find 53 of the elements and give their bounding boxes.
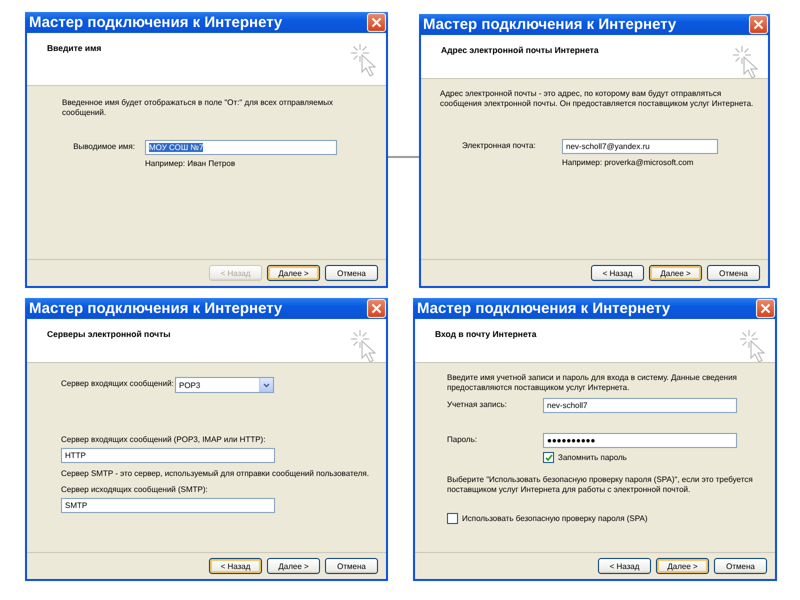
- checkbox[interactable]: Использовать безопасную проверку пароля (SPA): [447, 513, 648, 524]
- field-label: Выводимое имя:: [72, 141, 136, 151]
- window-title: Мастер подключения к Интернету: [29, 14, 282, 31]
- field-label: Сервер исходящих сообщений (SMTP):: [61, 484, 209, 494]
- checkbox[interactable]: Запомнить пароль: [543, 452, 737, 463]
- wizard-button[interactable]: Отмена: [707, 265, 760, 281]
- close-button[interactable]: [367, 299, 386, 318]
- close-button[interactable]: [749, 15, 768, 34]
- wizard-button[interactable]: < Назад: [209, 558, 262, 574]
- field-label: Пароль:: [447, 434, 478, 444]
- window-title: Мастер подключения к Интернету: [423, 16, 676, 33]
- wizard-button[interactable]: Отмена: [714, 558, 767, 574]
- field-label: Учетная запись:: [447, 399, 508, 409]
- description-text: Выберите "Использовать безопасную проверку пароля (SPA)", если это требуется поставщиком услуг Интернета для работы с электронной почтой.: [447, 475, 754, 495]
- input-field[interactable]: nev-scholl7: [543, 398, 737, 413]
- close-button[interactable]: [756, 299, 775, 318]
- field-label: Сервер входящих сообщений:: [61, 378, 175, 388]
- description-text: Сервер SMTP - это сервер, используемый для отправки сообщений пользователя.: [61, 469, 369, 479]
- input-field[interactable]: HTTP: [61, 448, 275, 463]
- wizard-button[interactable]: Отмена: [325, 558, 378, 574]
- input-field[interactable]: nev-scholl7@yandex.ru: [562, 139, 718, 154]
- check-icon: [544, 454, 552, 462]
- description-text: Адрес электронной почты - это адрес, по которому вам будут отправляться сообщения электронной почты. Он предоставляется поставщиком услуг Интернета.: [440, 89, 754, 109]
- description-text: Введенное имя будет отображаться в поле "От:" для всех отправляемых сообщений.: [62, 98, 334, 118]
- window-title: Мастер подключения к Интернету: [29, 300, 282, 317]
- input-field[interactable]: SMTP: [61, 498, 275, 513]
- window-title: Мастер подключения к Интернету: [417, 300, 670, 317]
- wizard-button[interactable]: Далее >: [649, 265, 702, 281]
- wizard-button[interactable]: Отмена: [325, 265, 378, 281]
- page-heading: Серверы электронной почты: [47, 329, 171, 340]
- wizard-button[interactable]: Далее >: [267, 265, 320, 281]
- wizard-button[interactable]: < Назад: [591, 265, 644, 281]
- hint-text: Например: Иван Петров: [145, 159, 236, 168]
- caret-icon: [263, 382, 270, 388]
- sparkle-cursor-icon: [350, 43, 378, 77]
- close-icon: [753, 19, 764, 30]
- wizard-button[interactable]: < Назад: [598, 558, 651, 574]
- wizard-button[interactable]: Далее >: [656, 558, 709, 574]
- hint-text: Например: proverka@microsoft.com: [562, 158, 694, 167]
- wizard-button[interactable]: Далее >: [267, 558, 320, 574]
- field-label: Сервер входящих сообщений (POP3, IMAP или HTTP):: [61, 434, 266, 444]
- description-text: Введите имя учетной записи и пароль для входа в систему. Данные сведения предоставляются поставщиком услуг Интернета.: [447, 373, 738, 393]
- field-label: Электронная почта:: [462, 140, 537, 150]
- password-field[interactable]: ●●●●●●●●●●: [543, 433, 737, 448]
- close-icon: [760, 303, 771, 314]
- close-icon: [371, 303, 382, 314]
- page-heading: Введите имя: [47, 43, 102, 54]
- page-heading: Адрес электронной почты Интернета: [441, 45, 599, 56]
- close-button[interactable]: [367, 13, 386, 32]
- dropdown[interactable]: POP3: [175, 377, 274, 393]
- input-field[interactable]: МОУ СОШ №7: [145, 140, 337, 155]
- close-icon: [371, 17, 382, 28]
- page-heading: Вход в почту Интернета: [435, 329, 536, 340]
